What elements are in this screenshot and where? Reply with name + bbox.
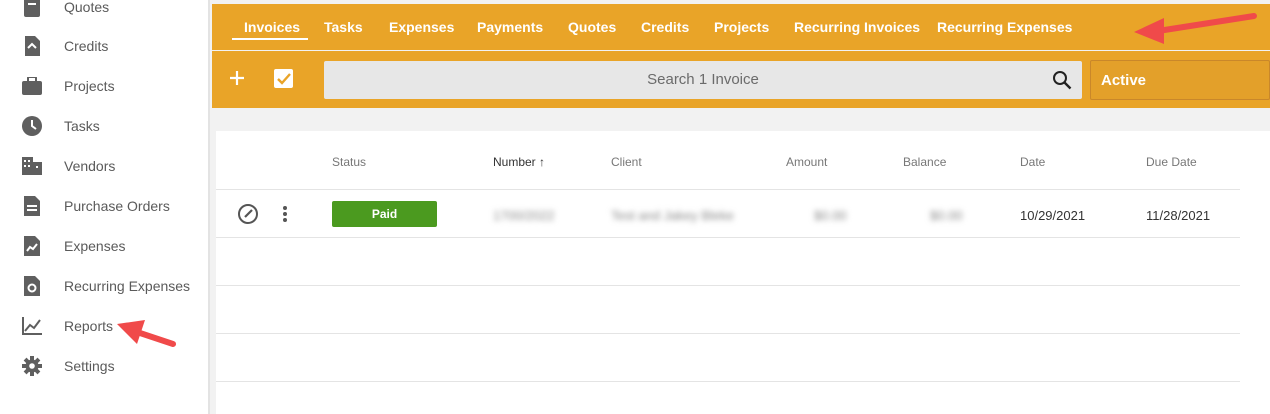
tab-projects[interactable]: Projects [714,4,769,50]
sidebar-item-expenses[interactable]: Expenses [0,226,208,266]
column-header-status[interactable]: Status [332,155,366,169]
column-header-amount[interactable]: Amount [786,155,827,169]
quote-icon [21,0,43,18]
sidebar-item-tasks[interactable]: Tasks [0,106,208,146]
tab-credits[interactable]: Credits [641,4,689,50]
sidebar-item-label: Vendors [64,158,116,174]
more-options-icon[interactable] [282,205,288,228]
tab-quotes[interactable]: Quotes [568,4,616,50]
sidebar-item-purchase-orders[interactable]: Purchase Orders [0,186,208,226]
building-icon [21,155,43,177]
tab-expenses[interactable]: Expenses [389,4,454,50]
expense-icon [21,235,43,257]
invoice-amount: $0.00 [814,208,847,223]
status-badge: Paid [332,201,437,227]
header-divider [216,189,1240,190]
tab-recurring-expenses[interactable]: Recurring Expenses [937,4,1072,50]
column-header-number[interactable]: Number ↑ [493,155,545,169]
annotation-arrow-reports [117,320,176,347]
invoice-date: 10/29/2021 [1020,208,1086,223]
sidebar-item-settings[interactable]: Settings [0,346,208,386]
sidebar-item-label: Tasks [64,118,100,134]
sidebar-item-label: Projects [64,78,115,94]
sidebar-item-label: Expenses [64,238,126,254]
clock-icon [21,115,43,137]
tab-tasks[interactable]: Tasks [324,4,363,50]
row-divider [216,285,1240,286]
sidebar-item-quotes[interactable]: Quotes [0,0,208,27]
sidebar-item-label: Purchase Orders [64,198,170,214]
sidebar-item-label: Quotes [64,0,110,15]
row-divider [216,237,1240,238]
briefcase-icon [21,75,43,97]
chart-line-icon [21,315,43,337]
add-icon[interactable] [226,67,248,89]
recurring-icon [21,275,43,297]
document-icon [21,195,43,217]
sort-ascending-icon: ↑ [539,155,546,169]
sidebar-item-label: Credits [64,38,109,54]
active-tab-indicator [232,38,308,40]
sidebar-item-label: Reports [64,318,114,334]
row-divider [216,381,1240,382]
column-header-balance[interactable]: Balance [903,155,946,169]
search-placeholder: Search 1 Invoice [647,71,759,88]
sidebar-item-recurring-expenses[interactable]: Recurring Expenses [0,266,208,306]
column-header-label: Number [493,155,536,169]
sidebar-item-vendors[interactable]: Vendors [0,146,208,186]
sidebar: Quotes Credits Projects Tasks Vendors Pu… [0,0,210,414]
list-toolbar: Search 1 Invoice Active [212,51,1270,108]
credit-icon [21,35,43,57]
module-tab-bar: Invoices Tasks Expenses Payments Quotes … [212,4,1270,50]
search-icon[interactable] [1052,70,1072,90]
status-filter-select[interactable]: Active [1090,60,1270,100]
column-header-due-date[interactable]: Due Date [1146,155,1197,169]
gear-icon [21,355,43,377]
annotation-arrow-tabs [1134,13,1257,44]
tab-payments[interactable]: Payments [477,4,543,50]
invoice-due-date: 11/28/2021 [1146,208,1211,223]
invoice-number[interactable]: 1700/2022 [493,208,554,223]
invoice-table: Status Number ↑ Client Amount Balance Da… [216,131,1270,414]
sidebar-item-credits[interactable]: Credits [0,26,208,66]
search-input[interactable]: Search 1 Invoice [324,61,1082,99]
edit-icon[interactable] [237,203,259,230]
client-name[interactable]: Test and Jakey Bleke [611,208,734,223]
tab-recurring-invoices[interactable]: Recurring Invoices [794,4,920,50]
tab-invoices[interactable]: Invoices [244,4,300,50]
sidebar-item-label: Settings [64,358,115,374]
sidebar-item-label: Recurring Expenses [64,278,191,294]
column-header-client[interactable]: Client [611,155,642,169]
column-header-date[interactable]: Date [1020,155,1045,169]
invoice-balance: $0.00 [930,208,963,223]
sidebar-item-projects[interactable]: Projects [0,66,208,106]
select-mode-checkbox-icon[interactable] [274,69,293,88]
row-divider [216,333,1240,334]
